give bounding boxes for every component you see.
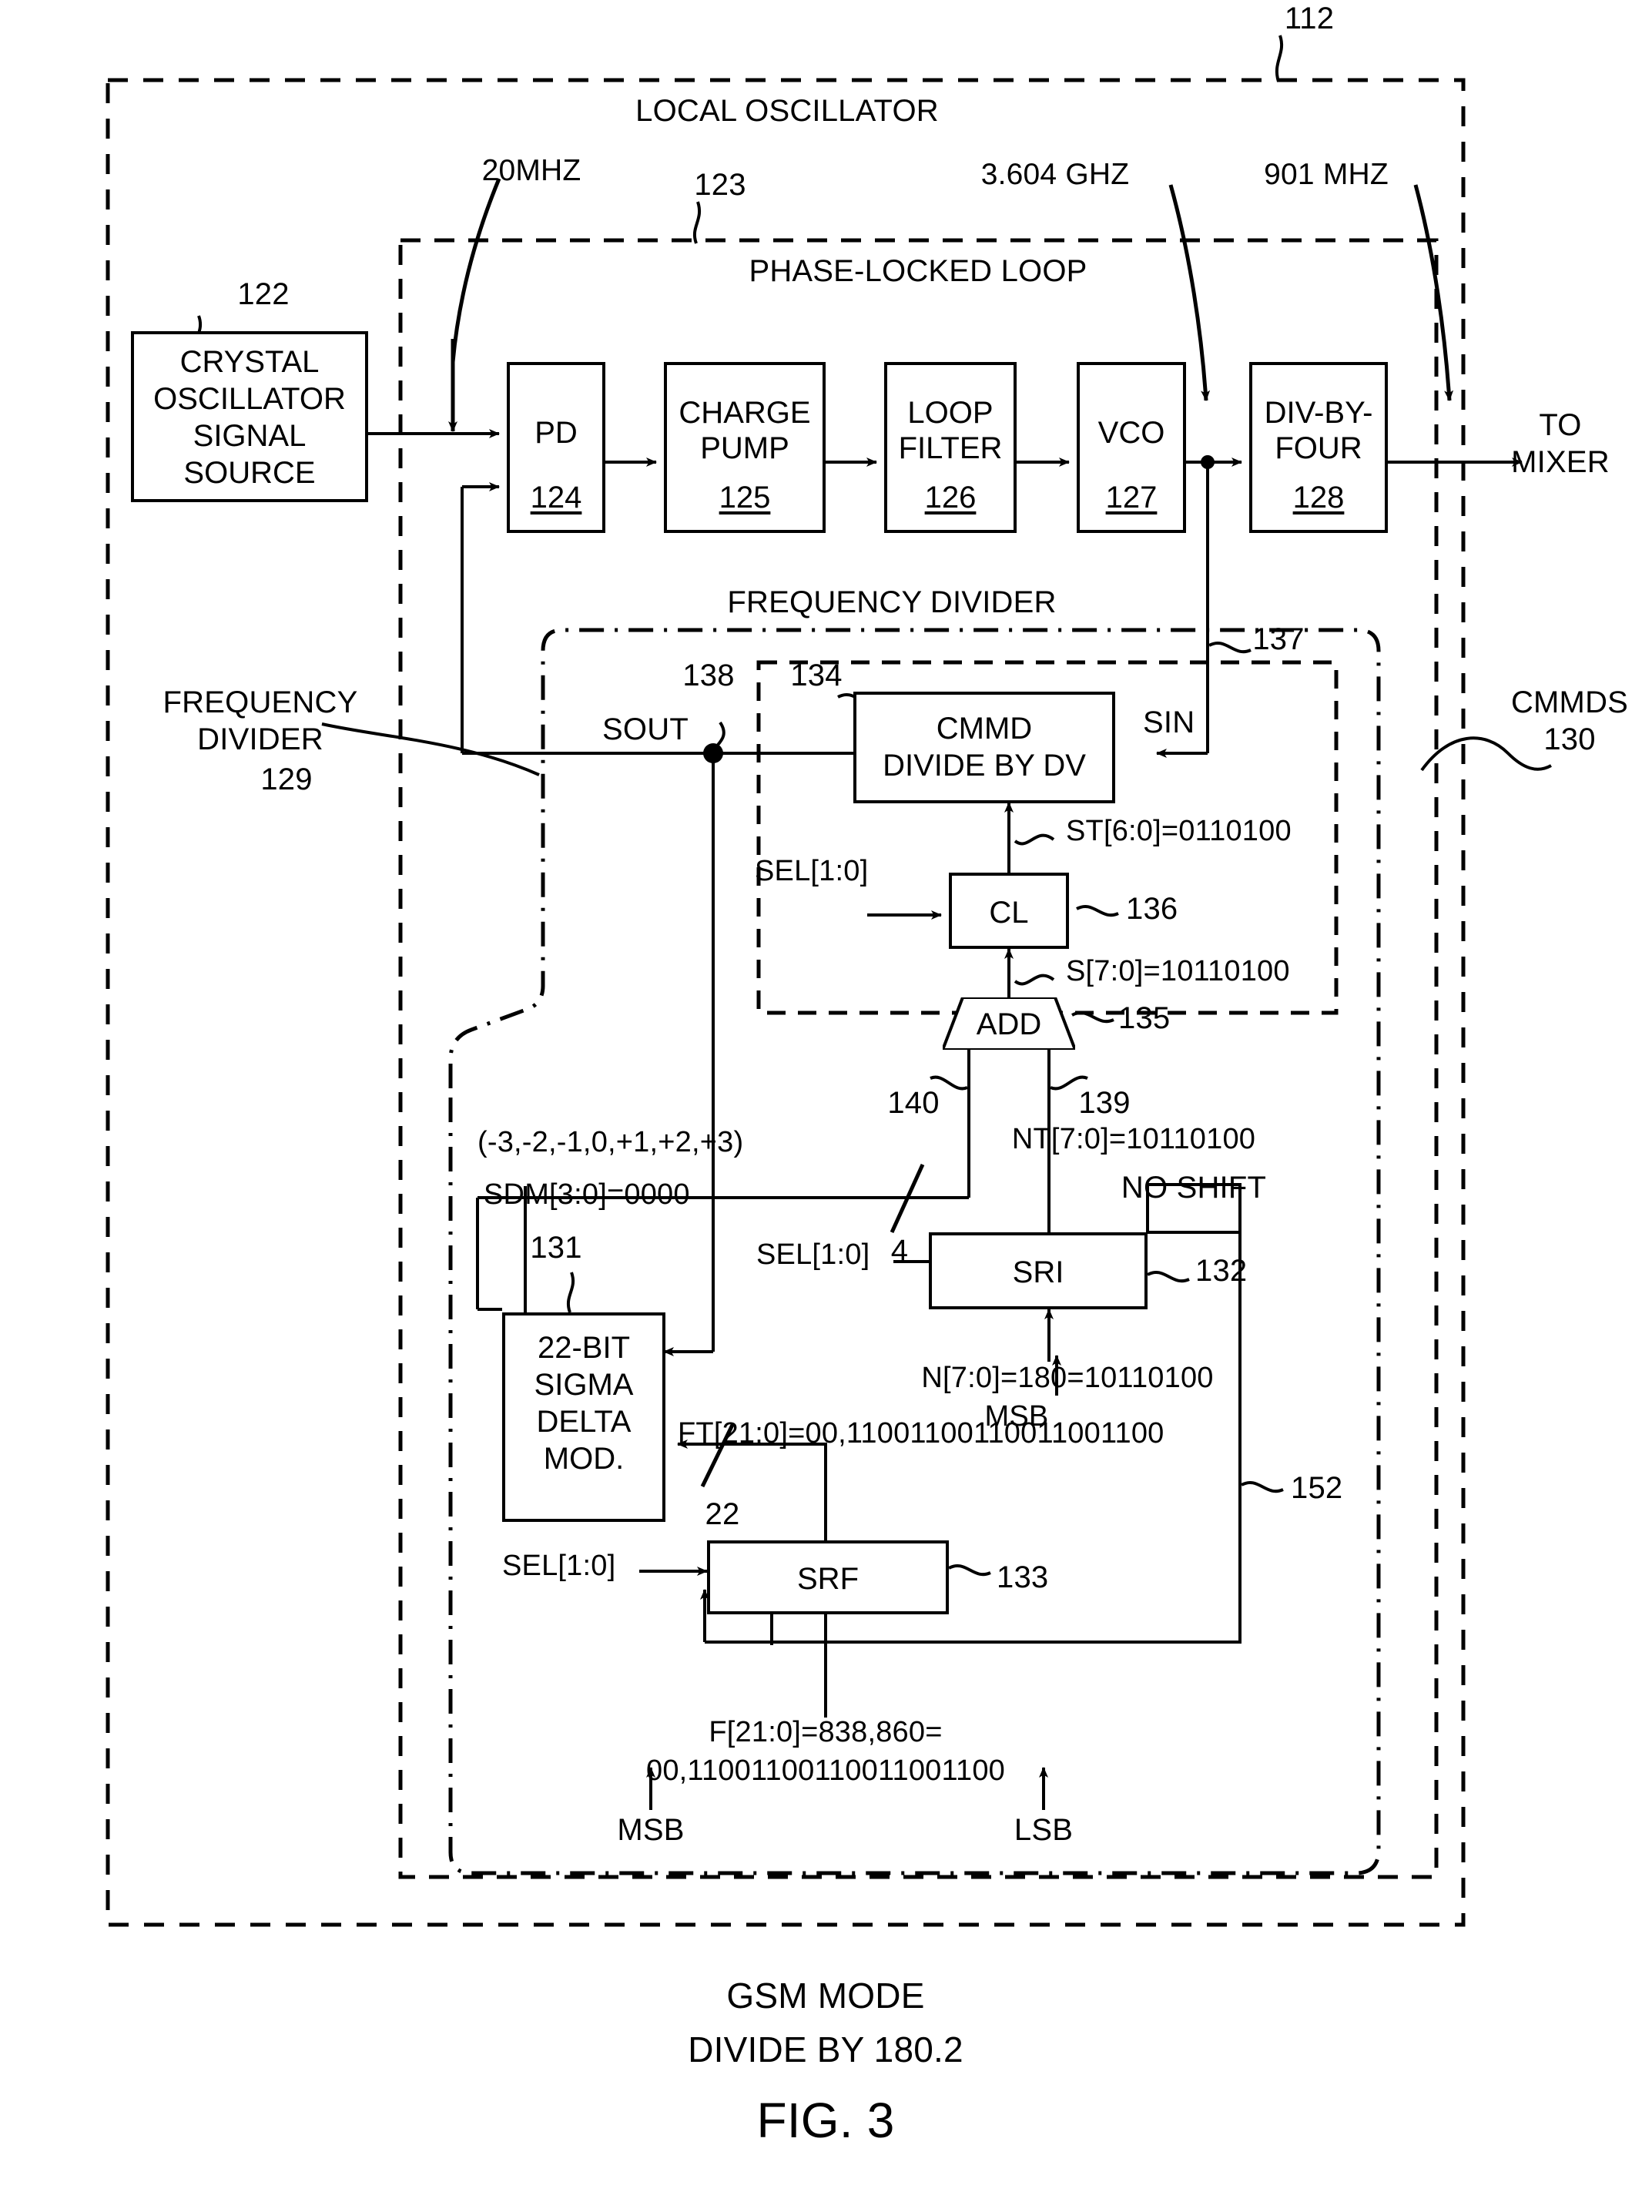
pd-ref: 124 (530, 481, 582, 514)
bus-width-22: 22 (705, 1497, 740, 1531)
sri-label: SRI (1012, 1255, 1064, 1289)
block-div-by-four: DIV-BY- FOUR 128 (1249, 362, 1388, 533)
loop-filter-line-2: FILTER (898, 431, 1003, 465)
signal-sin: SIN (1143, 705, 1195, 739)
ref-139: 139 (1078, 1086, 1131, 1120)
ref-136: 136 (1126, 892, 1178, 926)
div-by-four-ref: 128 (1292, 481, 1345, 514)
bus-sdm: SDM[3:0]=0000 (484, 1178, 690, 1211)
sdm-line-1: 22-BIT (537, 1331, 631, 1365)
div-by-four-line-2: FOUR (1275, 431, 1362, 465)
charge-pump-line-2: PUMP (700, 431, 789, 465)
block-loop-filter: LOOP FILTER 126 (884, 362, 1017, 533)
signal-sout: SOUT (602, 712, 689, 746)
bus-n: N[7:0]=180=10110100 (921, 1362, 1214, 1394)
to-mixer-line-2: MIXER (1511, 445, 1610, 479)
crystal-line-3: SIGNAL (193, 419, 307, 453)
bus-ft: FT[21:0]=00,11001100110011001100 (678, 1417, 1164, 1450)
ref-122: 122 (237, 277, 290, 311)
block-crystal-oscillator: CRYSTAL OSCILLATOR SIGNAL SOURCE (131, 331, 368, 502)
vco-ref: 127 (1105, 481, 1158, 514)
div-by-four-line-1: DIV-BY- (1264, 396, 1373, 430)
ref-152: 152 (1291, 1471, 1343, 1505)
bus-width-4: 4 (890, 1234, 909, 1268)
ref-130: 130 (1543, 722, 1596, 756)
ref-137: 137 (1252, 622, 1305, 656)
frequency-divider-title: FREQUENCY DIVIDER (727, 585, 1057, 619)
label-sdm-range: (-3,-2,-1,0,+1,+2,+3) (478, 1126, 744, 1158)
bus-nt: NT[7:0]=10110100 (1011, 1123, 1256, 1155)
to-mixer-line-1: TO (1539, 408, 1582, 442)
sdm-line-2: SIGMA (534, 1368, 634, 1402)
label-sel-sri: SEL[1:0] (756, 1238, 870, 1271)
crystal-line-2: OSCILLATOR (153, 382, 346, 416)
patent-figure-page: 112 LOCAL OSCILLATOR 20MHZ 123 PHASE-LOC… (0, 0, 1652, 2212)
label-sel-srf: SEL[1:0] (502, 1550, 616, 1582)
local-oscillator-title: LOCAL OSCILLATOR (635, 94, 939, 128)
ref-138: 138 (682, 659, 735, 692)
pd-label: PD (534, 416, 578, 450)
signal-3604-ghz: 3.604 GHZ (980, 158, 1130, 191)
block-vco: VCO 127 (1077, 362, 1186, 533)
ref-123: 123 (694, 168, 746, 202)
signal-901-mhz: 901 MHZ (1264, 158, 1389, 191)
figure-number: FIG. 3 (756, 2093, 895, 2148)
cmmd-line-1: CMMD (936, 712, 1033, 746)
block-charge-pump: CHARGE PUMP 125 (664, 362, 826, 533)
bus-s: S[7:0]=10110100 (1066, 955, 1290, 987)
ref-140: 140 (887, 1086, 940, 1120)
loop-filter-ref: 126 (924, 481, 977, 514)
block-sri: SRI (929, 1232, 1148, 1309)
caption-line-2: DIVIDE BY 180.2 (688, 2029, 963, 2070)
frequency-divider-129-line-2: DIVIDER (197, 722, 323, 756)
charge-pump-ref: 125 (719, 481, 771, 514)
block-cl: CL (949, 873, 1069, 949)
block-srf: SRF (707, 1540, 949, 1614)
signal-20mhz: 20MHZ (481, 154, 581, 187)
caption-line-1: GSM MODE (726, 1976, 925, 2016)
block-cmmd-divide-by-dv: CMMD DIVIDE BY DV (853, 692, 1115, 803)
ref-112: 112 (1284, 2, 1335, 35)
frequency-divider-129-line-1: FREQUENCY (163, 685, 358, 719)
block-pd: PD 124 (507, 362, 605, 533)
sdm-line-3: DELTA (536, 1405, 632, 1439)
cmmd-line-2: DIVIDE BY DV (883, 749, 1086, 783)
add-label: ADD (976, 1007, 1042, 1041)
label-sel-cl: SEL[1:0] (755, 855, 869, 887)
vco-label: VCO (1097, 416, 1165, 450)
block-add: ADD (940, 996, 1077, 1051)
ref-129: 129 (260, 762, 313, 796)
label-cmmds: CMMDS (1510, 685, 1629, 719)
ref-134: 134 (790, 659, 843, 692)
ref-132: 132 (1195, 1254, 1248, 1288)
crystal-line-1: CRYSTAL (179, 345, 320, 379)
sdm-line-4: MOD. (543, 1442, 625, 1476)
ref-135: 135 (1118, 1001, 1171, 1035)
srf-label: SRF (797, 1562, 859, 1596)
label-no-shift: NO SHIFT (1121, 1171, 1267, 1205)
ref-133: 133 (997, 1560, 1049, 1594)
block-sigma-delta-mod: 22-BIT SIGMA DELTA MOD. (502, 1312, 665, 1522)
loop-filter-line-1: LOOP (907, 396, 994, 430)
bus-st: ST[6:0]=0110100 (1066, 815, 1292, 847)
label-f-lsb: LSB (1014, 1813, 1074, 1847)
pll-title: PHASE-LOCKED LOOP (749, 254, 1087, 288)
label-f-msb: MSB (617, 1813, 685, 1847)
charge-pump-line-1: CHARGE (679, 396, 811, 430)
bus-f-line-2: 00,11001100110011001100 (646, 1755, 1005, 1787)
bus-f-line-1: F[21:0]=838,860= (709, 1716, 943, 1748)
crystal-line-4: SOURCE (183, 456, 316, 490)
cl-label: CL (989, 896, 1029, 930)
ref-131: 131 (530, 1231, 582, 1265)
